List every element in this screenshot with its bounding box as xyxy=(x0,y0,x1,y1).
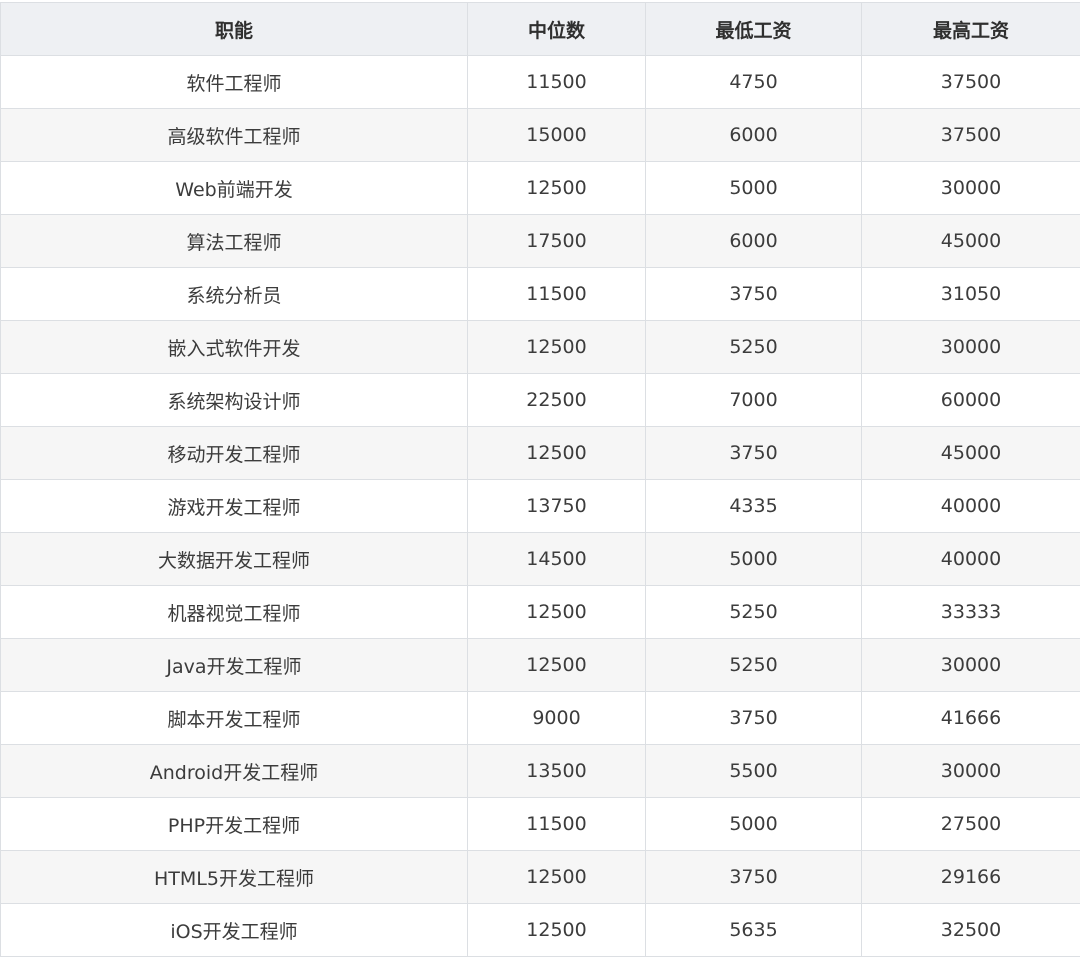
cell-max-salary: 27500 xyxy=(862,798,1080,851)
table-row: 系统分析员11500375031050 xyxy=(1,268,1080,321)
cell-median: 13750 xyxy=(468,480,646,533)
cell-min-salary: 5000 xyxy=(646,798,862,851)
header-role: 职能 xyxy=(1,3,468,56)
cell-max-salary: 37500 xyxy=(862,109,1080,162)
cell-max-salary: 30000 xyxy=(862,745,1080,798)
cell-role: 系统分析员 xyxy=(1,268,468,321)
table-row: 软件工程师11500475037500 xyxy=(1,56,1080,109)
table-row: 机器视觉工程师12500525033333 xyxy=(1,586,1080,639)
table-row: Java开发工程师12500525030000 xyxy=(1,639,1080,692)
cell-median: 11500 xyxy=(468,268,646,321)
cell-role: 系统架构设计师 xyxy=(1,374,468,427)
cell-role: 机器视觉工程师 xyxy=(1,586,468,639)
cell-median: 15000 xyxy=(468,109,646,162)
cell-min-salary: 5250 xyxy=(646,639,862,692)
salary-table-container: 职能 中位数 最低工资 最高工资 软件工程师11500475037500高级软件… xyxy=(0,2,1080,957)
cell-min-salary: 7000 xyxy=(646,374,862,427)
cell-role: 脚本开发工程师 xyxy=(1,692,468,745)
cell-role: 嵌入式软件开发 xyxy=(1,321,468,374)
table-row: 脚本开发工程师9000375041666 xyxy=(1,692,1080,745)
cell-role: iOS开发工程师 xyxy=(1,904,468,957)
table-header: 职能 中位数 最低工资 最高工资 xyxy=(1,3,1080,56)
cell-min-salary: 3750 xyxy=(646,851,862,904)
salary-table: 职能 中位数 最低工资 最高工资 软件工程师11500475037500高级软件… xyxy=(0,2,1080,957)
cell-min-salary: 4750 xyxy=(646,56,862,109)
table-row: PHP开发工程师11500500027500 xyxy=(1,798,1080,851)
cell-median: 12500 xyxy=(468,586,646,639)
header-row: 职能 中位数 最低工资 最高工资 xyxy=(1,3,1080,56)
table-row: 大数据开发工程师14500500040000 xyxy=(1,533,1080,586)
cell-median: 14500 xyxy=(468,533,646,586)
cell-min-salary: 6000 xyxy=(646,109,862,162)
cell-median: 13500 xyxy=(468,745,646,798)
header-max-salary: 最高工资 xyxy=(862,3,1080,56)
cell-median: 11500 xyxy=(468,56,646,109)
cell-role: PHP开发工程师 xyxy=(1,798,468,851)
cell-min-salary: 5635 xyxy=(646,904,862,957)
cell-max-salary: 30000 xyxy=(862,321,1080,374)
cell-median: 12500 xyxy=(468,162,646,215)
cell-role: 游戏开发工程师 xyxy=(1,480,468,533)
cell-median: 17500 xyxy=(468,215,646,268)
cell-min-salary: 6000 xyxy=(646,215,862,268)
cell-role: 移动开发工程师 xyxy=(1,427,468,480)
cell-max-salary: 45000 xyxy=(862,215,1080,268)
cell-max-salary: 41666 xyxy=(862,692,1080,745)
cell-role: 算法工程师 xyxy=(1,215,468,268)
cell-min-salary: 5250 xyxy=(646,586,862,639)
cell-min-salary: 3750 xyxy=(646,427,862,480)
cell-max-salary: 37500 xyxy=(862,56,1080,109)
table-row: 游戏开发工程师13750433540000 xyxy=(1,480,1080,533)
table-row: 系统架构设计师22500700060000 xyxy=(1,374,1080,427)
header-min-salary: 最低工资 xyxy=(646,3,862,56)
cell-max-salary: 30000 xyxy=(862,162,1080,215)
cell-min-salary: 5000 xyxy=(646,162,862,215)
cell-min-salary: 4335 xyxy=(646,480,862,533)
header-median: 中位数 xyxy=(468,3,646,56)
table-row: 移动开发工程师12500375045000 xyxy=(1,427,1080,480)
cell-max-salary: 45000 xyxy=(862,427,1080,480)
table-row: 高级软件工程师15000600037500 xyxy=(1,109,1080,162)
cell-max-salary: 31050 xyxy=(862,268,1080,321)
cell-max-salary: 60000 xyxy=(862,374,1080,427)
cell-role: HTML5开发工程师 xyxy=(1,851,468,904)
cell-median: 22500 xyxy=(468,374,646,427)
cell-min-salary: 3750 xyxy=(646,692,862,745)
cell-median: 12500 xyxy=(468,639,646,692)
table-row: Android开发工程师13500550030000 xyxy=(1,745,1080,798)
cell-role: Android开发工程师 xyxy=(1,745,468,798)
cell-role: Java开发工程师 xyxy=(1,639,468,692)
cell-max-salary: 32500 xyxy=(862,904,1080,957)
cell-max-salary: 29166 xyxy=(862,851,1080,904)
cell-max-salary: 40000 xyxy=(862,533,1080,586)
cell-role: 软件工程师 xyxy=(1,56,468,109)
cell-median: 12500 xyxy=(468,427,646,480)
cell-max-salary: 40000 xyxy=(862,480,1080,533)
table-body: 软件工程师11500475037500高级软件工程师15000600037500… xyxy=(1,56,1080,957)
table-row: 嵌入式软件开发12500525030000 xyxy=(1,321,1080,374)
table-row: HTML5开发工程师12500375029166 xyxy=(1,851,1080,904)
cell-role: 大数据开发工程师 xyxy=(1,533,468,586)
table-row: Web前端开发12500500030000 xyxy=(1,162,1080,215)
cell-max-salary: 30000 xyxy=(862,639,1080,692)
cell-min-salary: 3750 xyxy=(646,268,862,321)
cell-min-salary: 5250 xyxy=(646,321,862,374)
cell-median: 12500 xyxy=(468,851,646,904)
cell-median: 12500 xyxy=(468,904,646,957)
cell-role: 高级软件工程师 xyxy=(1,109,468,162)
table-row: 算法工程师17500600045000 xyxy=(1,215,1080,268)
cell-role: Web前端开发 xyxy=(1,162,468,215)
cell-min-salary: 5500 xyxy=(646,745,862,798)
cell-min-salary: 5000 xyxy=(646,533,862,586)
table-row: iOS开发工程师12500563532500 xyxy=(1,904,1080,957)
cell-median: 9000 xyxy=(468,692,646,745)
cell-max-salary: 33333 xyxy=(862,586,1080,639)
cell-median: 11500 xyxy=(468,798,646,851)
cell-median: 12500 xyxy=(468,321,646,374)
